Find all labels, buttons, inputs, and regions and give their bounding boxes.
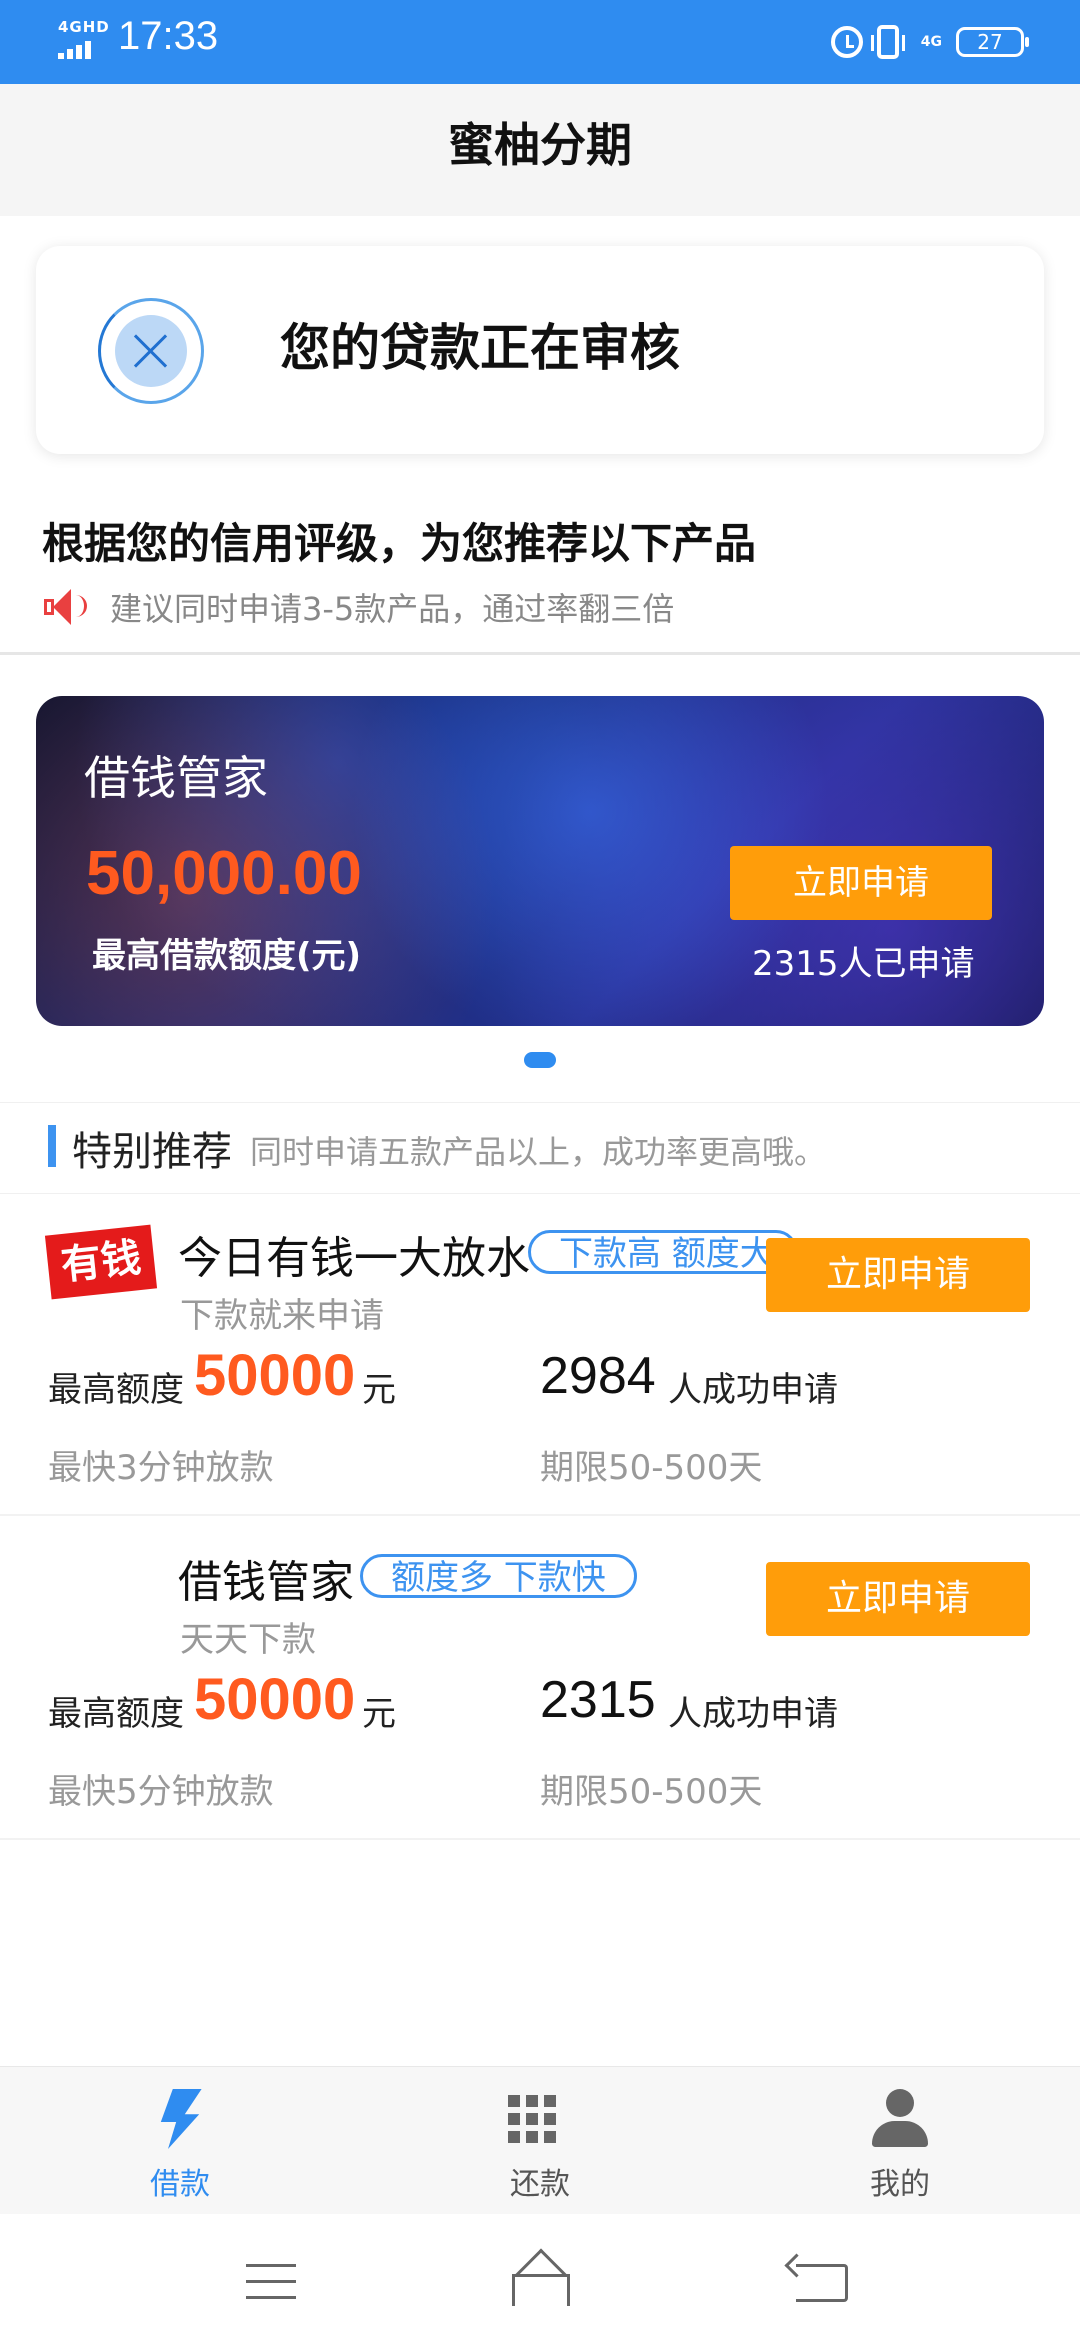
tab-repay[interactable]: 还款: [360, 2067, 720, 2215]
grid-icon: [508, 2095, 556, 2143]
product-logo: 有钱: [44, 1224, 158, 1300]
applicant-count-label: 人成功申请: [668, 1370, 838, 1410]
loan-term: 期限50-500天: [540, 1772, 763, 1812]
applicant-count: 2984: [540, 1347, 656, 1405]
banner-product-name: 借钱管家: [84, 751, 268, 805]
back-icon[interactable]: [796, 2264, 848, 2302]
banner-apply-button[interactable]: 立即申请: [730, 846, 992, 920]
tab-repay-label: 还款: [510, 2167, 570, 2202]
section-accent-bar: [48, 1125, 56, 1167]
recommend-subtitle-text: 建议同时申请3-5款产品，通过率翻三倍: [110, 590, 675, 628]
product-tags: 额度多 下款快: [360, 1554, 637, 1598]
max-amount-label: 最高额度: [48, 1694, 184, 1734]
banner-amount-label: 最高借款额度(元): [92, 936, 362, 976]
product-subtitle: 下款就来申请: [180, 1296, 384, 1336]
status-icons: 4G 27: [830, 18, 1029, 66]
lightning-icon: [160, 2089, 202, 2149]
app-header: 蜜柚分期: [0, 84, 1080, 216]
featured-product-banner[interactable]: 借钱管家 50,000.00 最高借款额度(元) 立即申请 2315人已申请: [36, 696, 1044, 1026]
network-label: 4GHD: [58, 18, 110, 36]
banner-amount: 50,000.00: [86, 839, 362, 908]
battery-level: 27: [977, 30, 1003, 54]
system-nav-bar: [0, 2214, 1080, 2340]
alarm-icon: [830, 26, 863, 58]
page-title: 蜜柚分期: [448, 118, 632, 172]
loan-status-message: 您的贷款正在审核: [280, 319, 680, 377]
max-amount-label: 最高额度: [48, 1370, 184, 1410]
review-status-icon: [98, 298, 204, 404]
special-recommend-label: 特别推荐: [72, 1129, 232, 1175]
product-item[interactable]: 借钱管家 额度多 下款快 天天下款 立即申请 最高额度 50000 元 2315…: [0, 1516, 1080, 1840]
signal-bars-icon: [58, 40, 94, 59]
loan-status-card: 您的贷款正在审核: [36, 246, 1044, 454]
battery-icon: 27: [956, 27, 1029, 57]
product-item[interactable]: 有钱 今日有钱一大放水 下款高 额度大 下款就来申请 立即申请 最高额度 500…: [0, 1192, 1080, 1516]
special-recommend-header: 特别推荐 同时申请五款产品以上，成功率更高哦。: [0, 1102, 1080, 1194]
tab-borrow-label: 借款: [150, 2167, 210, 2202]
product-name: 借钱管家: [178, 1557, 354, 1608]
vibrate-icon: [870, 25, 905, 59]
tab-borrow[interactable]: 借款: [0, 2067, 360, 2215]
special-recommend-description: 同时申请五款产品以上，成功率更高哦。: [250, 1133, 827, 1171]
applicant-count: 2315: [540, 1671, 656, 1729]
loan-term: 期限50-500天: [540, 1448, 763, 1488]
apply-button[interactable]: 立即申请: [766, 1238, 1030, 1312]
product-tags: 下款高 额度大: [528, 1230, 798, 1274]
apply-button[interactable]: 立即申请: [766, 1562, 1030, 1636]
carousel-indicator[interactable]: [524, 1052, 556, 1068]
user-icon: [872, 2089, 928, 2149]
amount-unit: 元: [362, 1694, 396, 1734]
mobile-signal-label: 4G: [920, 34, 942, 50]
amount-unit: 元: [362, 1370, 396, 1410]
status-time: 17:33: [118, 14, 219, 58]
tab-mine-label: 我的: [870, 2167, 930, 2202]
home-icon[interactable]: [506, 2248, 576, 2306]
menu-icon[interactable]: [246, 2264, 296, 2300]
section-divider: [0, 652, 1080, 655]
max-amount-value: 50000: [194, 1343, 356, 1408]
payout-speed: 最快3分钟放款: [48, 1448, 274, 1488]
status-bar: 4GHD 17:33 4G 27: [0, 0, 1080, 84]
product-subtitle: 天天下款: [180, 1620, 316, 1660]
network-indicator: 4GHD: [58, 18, 109, 62]
bottom-tab-bar: 借款 还款 我的: [0, 2066, 1080, 2215]
max-amount-value: 50000: [194, 1667, 356, 1732]
applicant-count-label: 人成功申请: [668, 1694, 838, 1734]
product-name: 今日有钱一大放水: [178, 1233, 530, 1284]
payout-speed: 最快5分钟放款: [48, 1772, 274, 1812]
recommend-subtitle: 建议同时申请3-5款产品，通过率翻三倍: [42, 584, 674, 630]
recommend-title: 根据您的信用评级，为您推荐以下产品: [42, 519, 757, 568]
speaker-icon: [42, 587, 87, 627]
banner-applied-count: 2315人已申请: [752, 944, 975, 984]
tab-mine[interactable]: 我的: [720, 2067, 1080, 2215]
